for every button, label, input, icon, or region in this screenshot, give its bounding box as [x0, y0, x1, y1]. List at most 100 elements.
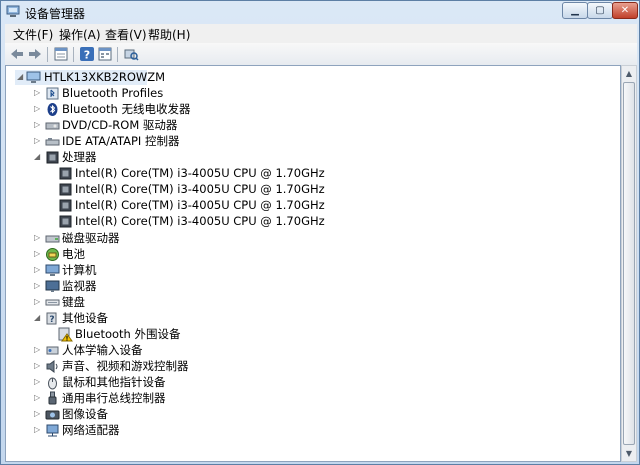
- category-label: 人体学输入设备: [62, 343, 143, 357]
- device-tree[interactable]: ◢ HTLK13XKB2ROWZM ▷ Bluetooth Profiles ▷…: [5, 65, 621, 462]
- tree-category[interactable]: ▷ 键盘: [32, 295, 332, 310]
- processor-icon: [46, 151, 59, 164]
- tree-category[interactable]: ▷ 人体学输入设备: [32, 343, 332, 358]
- toolbar-separator: [73, 47, 74, 62]
- category-label: 图像设备: [62, 407, 108, 421]
- scroll-up-icon[interactable]: ▲: [622, 66, 636, 81]
- scan-hardware-icon[interactable]: [123, 46, 139, 62]
- forward-icon[interactable]: [27, 46, 43, 62]
- menu-help[interactable]: 帮助(H): [148, 26, 190, 43]
- expand-icon[interactable]: ▷: [34, 249, 42, 259]
- device-label: Intel(R) Core(TM) i3-4005U CPU @ 1.70GHz: [75, 182, 325, 196]
- category-label: 键盘: [62, 295, 85, 309]
- close-icon: ✕: [620, 5, 630, 16]
- network-adapter-icon: [46, 424, 59, 437]
- menu-view[interactable]: 查看(V): [105, 26, 147, 43]
- maximize-button[interactable]: ▢: [587, 2, 613, 19]
- properties-grid-icon[interactable]: [53, 46, 69, 62]
- sound-icon: [46, 360, 58, 373]
- help-icon[interactable]: ?: [79, 46, 95, 62]
- collapse-icon[interactable]: ◢: [17, 72, 25, 82]
- expand-icon[interactable]: ▷: [34, 233, 42, 243]
- processor-icon: [59, 199, 72, 212]
- tree-device[interactable]: Intel(R) Core(TM) i3-4005U CPU @ 1.70GHz: [46, 182, 346, 197]
- category-label: 计算机: [62, 263, 97, 277]
- keyboard-icon: [45, 299, 60, 306]
- tree-device[interactable]: Intel(R) Core(TM) i3-4005U CPU @ 1.70GHz: [46, 214, 346, 229]
- expand-icon[interactable]: ▷: [34, 377, 42, 387]
- category-label: 鼠标和其他指针设备: [62, 375, 166, 389]
- view-grid-icon[interactable]: [97, 46, 113, 62]
- device-label: Intel(R) Core(TM) i3-4005U CPU @ 1.70GHz: [75, 214, 325, 228]
- tree-category[interactable]: ◢ ? 其他设备: [32, 311, 332, 326]
- other-devices-icon: ?: [46, 312, 57, 325]
- tree-device[interactable]: Intel(R) Core(TM) i3-4005U CPU @ 1.70GHz: [46, 166, 346, 181]
- expand-icon[interactable]: ▷: [34, 297, 42, 307]
- expand-icon[interactable]: ▷: [34, 88, 42, 98]
- expand-icon[interactable]: ▷: [34, 281, 42, 291]
- toolbar-separator: [47, 47, 48, 62]
- tree-category[interactable]: ▷ IDE ATA/ATAPI 控制器: [32, 134, 332, 149]
- dvd-drive-icon: [45, 122, 60, 130]
- expand-icon[interactable]: ▷: [34, 120, 42, 130]
- menu-action[interactable]: 操作(A): [59, 26, 101, 43]
- collapse-icon[interactable]: ◢: [34, 313, 42, 323]
- tree-root[interactable]: ◢ HTLK13XKB2ROWZM: [15, 70, 165, 85]
- expand-icon[interactable]: ▷: [34, 345, 42, 355]
- tree-category[interactable]: ▷ Bluetooth 无线电收发器: [32, 102, 332, 117]
- tree-root-label: HTLK13XKB2ROWZM: [44, 70, 166, 84]
- tree-device[interactable]: Intel(R) Core(TM) i3-4005U CPU @ 1.70GHz: [46, 198, 346, 213]
- expand-icon[interactable]: ▷: [34, 425, 42, 435]
- device-label: Intel(R) Core(TM) i3-4005U CPU @ 1.70GHz: [75, 198, 325, 212]
- tree-category[interactable]: ▷ 鼠标和其他指针设备: [32, 375, 332, 390]
- disk-drive-icon: [45, 235, 60, 243]
- maximize-icon: ▢: [595, 5, 605, 16]
- unknown-device-warning-icon: !: [58, 327, 73, 342]
- category-label: 通用串行总线控制器: [62, 391, 166, 405]
- processor-icon: [59, 215, 72, 228]
- device-manager-app-icon: [6, 5, 20, 17]
- battery-icon: [46, 248, 59, 261]
- expand-icon[interactable]: ▷: [34, 104, 42, 114]
- menu-file[interactable]: 文件(F): [13, 26, 53, 43]
- tree-category[interactable]: ▷ 声音、视频和游戏控制器: [32, 359, 332, 374]
- scroll-down-icon[interactable]: ▼: [622, 446, 636, 461]
- bluetooth-profiles-icon: [46, 87, 59, 100]
- expand-icon[interactable]: ▷: [34, 393, 42, 403]
- tree-category[interactable]: ▷ 监视器: [32, 279, 332, 294]
- minimize-button[interactable]: ▁: [562, 2, 588, 19]
- tree-category[interactable]: ▷ 通用串行总线控制器: [32, 391, 332, 406]
- category-label: 处理器: [62, 150, 97, 164]
- device-label: Bluetooth 外围设备: [75, 327, 181, 341]
- collapse-icon[interactable]: ◢: [34, 152, 42, 162]
- tree-category[interactable]: ▷ 图像设备: [32, 407, 332, 422]
- toolbar-separator: [117, 47, 118, 62]
- mouse-icon: [48, 377, 57, 390]
- tree-category[interactable]: ▷ 网络适配器: [32, 423, 332, 438]
- category-label: 网络适配器: [62, 423, 120, 437]
- tree-device[interactable]: ! Bluetooth 外围设备: [46, 327, 346, 342]
- processor-icon: [59, 183, 72, 196]
- tree-category[interactable]: ◢ 处理器: [32, 150, 332, 165]
- scroll-thumb[interactable]: [623, 82, 635, 445]
- tree-category[interactable]: ▷ 磁盘驱动器: [32, 231, 332, 246]
- expand-icon[interactable]: ▷: [34, 265, 42, 275]
- tree-category[interactable]: ▷ DVD/CD-ROM 驱动器: [32, 118, 332, 133]
- expand-icon[interactable]: ▷: [34, 409, 42, 419]
- minimize-icon: ▁: [571, 5, 579, 16]
- close-button[interactable]: ✕: [612, 2, 638, 19]
- tree-category[interactable]: ▷ 计算机: [32, 263, 332, 278]
- usb-icon: [48, 391, 57, 405]
- device-label: Intel(R) Core(TM) i3-4005U CPU @ 1.70GHz: [75, 166, 325, 180]
- title-bar[interactable]: 设备管理器 ▁ ▢ ✕: [1, 1, 639, 23]
- tree-category[interactable]: ▷ Bluetooth Profiles: [32, 86, 332, 101]
- tree-category[interactable]: ▷ 电池: [32, 247, 332, 262]
- bluetooth-icon: [47, 103, 58, 116]
- expand-icon[interactable]: ▷: [34, 136, 42, 146]
- computer-root-icon: [26, 71, 41, 83]
- expand-icon[interactable]: ▷: [34, 361, 42, 371]
- vertical-scrollbar[interactable]: ▲ ▼: [621, 65, 637, 462]
- category-label: 监视器: [62, 279, 97, 293]
- back-icon[interactable]: [9, 46, 25, 62]
- menu-bar: 文件(F) 操作(A) 查看(V) 帮助(H): [5, 24, 637, 44]
